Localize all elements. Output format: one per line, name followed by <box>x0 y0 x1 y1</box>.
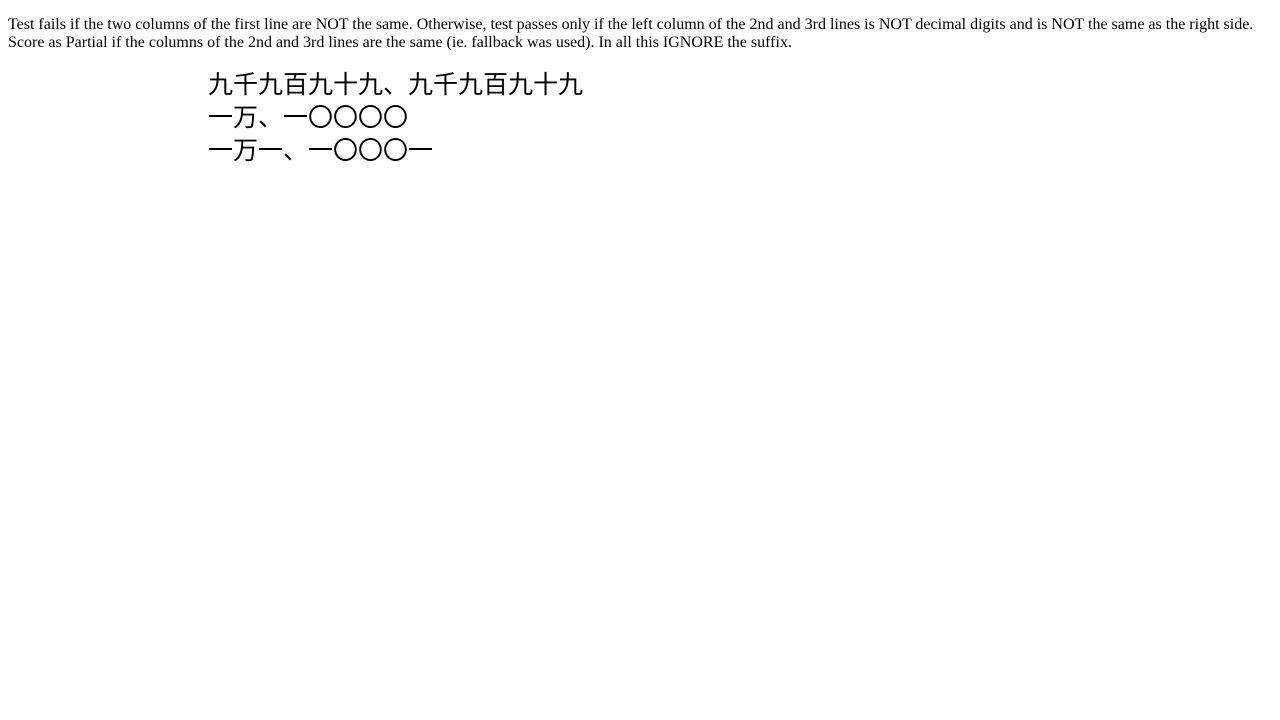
test-lines: 九千九百九十九、九千九百九十九 一万、一〇〇〇〇 一万一、一〇〇〇一 <box>208 68 583 167</box>
test-line-1: 九千九百九十九、九千九百九十九 <box>208 70 584 99</box>
test-line-3: 一万一、一〇〇〇一 <box>208 136 434 165</box>
test-line-2: 一万、一〇〇〇〇 <box>208 103 409 132</box>
test-instructions: Test fails if the two columns of the fir… <box>8 16 1254 51</box>
